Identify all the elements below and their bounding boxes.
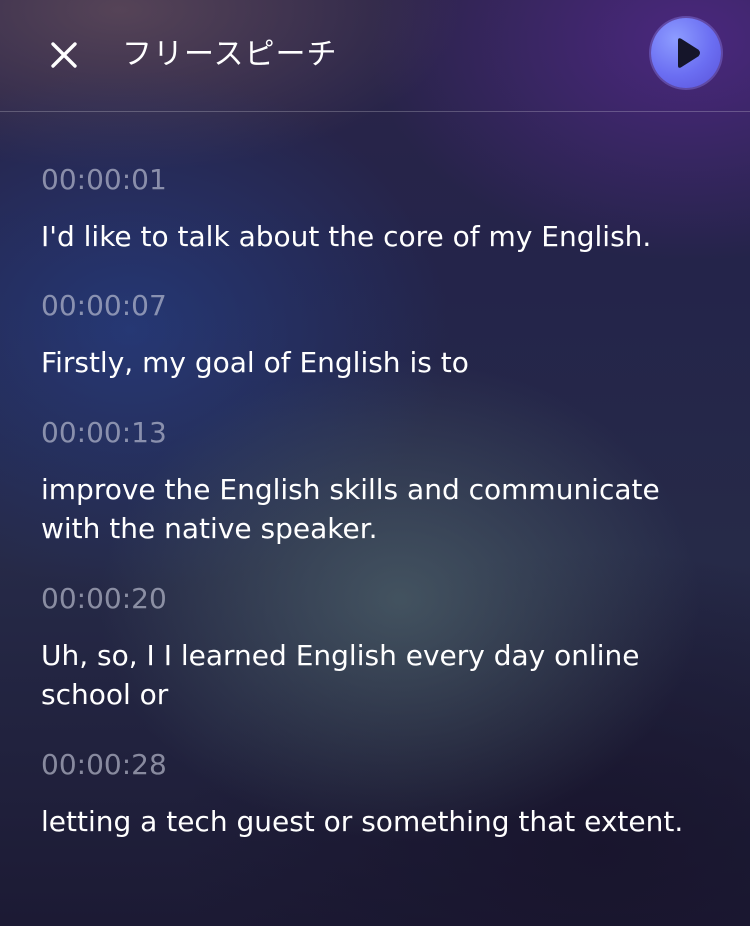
close-icon xyxy=(51,42,77,68)
utterance-text: Firstly, my goal of English is to xyxy=(41,346,469,379)
timestamp: 00:00:01 xyxy=(41,163,167,196)
transcript-segment: 00:00:01 I'd like to talk about the core… xyxy=(41,160,651,256)
timestamp: 00:00:07 xyxy=(41,289,167,322)
utterance-text: improve the English skills and communica… xyxy=(41,473,660,545)
utterance-text: I'd like to talk about the core of my En… xyxy=(41,220,652,253)
play-icon xyxy=(678,38,700,68)
utterance-text: letting a tech guest or something that e… xyxy=(41,805,684,838)
play-button[interactable] xyxy=(651,18,721,88)
page-title: フリースピーチ xyxy=(122,37,338,72)
transcript-segment: 00:00:13 improve the English skills and … xyxy=(41,413,721,548)
timestamp: 00:00:28 xyxy=(41,748,167,781)
header-bar: フリースピーチ xyxy=(0,0,750,112)
transcript-segment: 00:00:20 Uh, so, I I learned English eve… xyxy=(41,579,721,714)
timestamp: 00:00:20 xyxy=(41,582,167,615)
timestamp: 00:00:13 xyxy=(41,416,167,449)
utterance-text: Uh, so, I I learned English every day on… xyxy=(41,639,640,711)
transcript-segment: 00:00:07 Firstly, my goal of English is … xyxy=(41,286,469,382)
transcript-segment: 00:00:28 letting a tech guest or somethi… xyxy=(41,745,683,841)
close-button[interactable] xyxy=(44,35,84,75)
